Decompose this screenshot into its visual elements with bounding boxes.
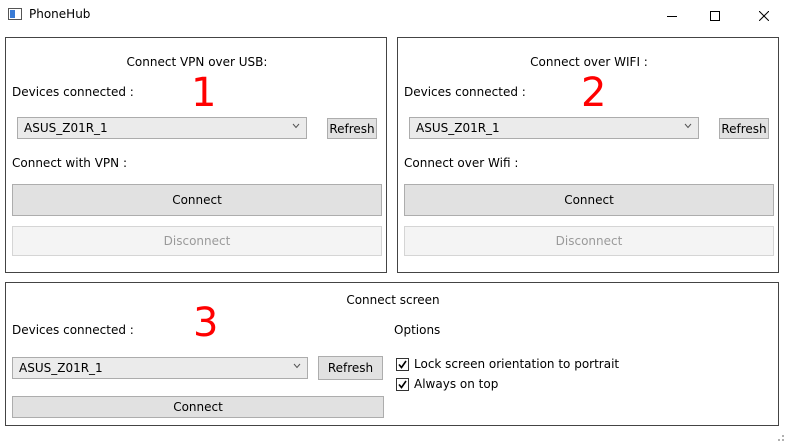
resize-grip-icon[interactable]	[775, 432, 785, 442]
vpn-disconnect-button[interactable]: Disconnect	[12, 226, 382, 256]
checkmark-icon	[398, 360, 407, 369]
annotation-number-3: 3	[193, 300, 219, 346]
screen-panel: Connect screen Devices connected : 3 ASU…	[5, 282, 779, 426]
wifi-panel: Connect over WIFI : Devices connected : …	[397, 37, 779, 273]
vpn-connect-with-label: Connect with VPN :	[12, 156, 127, 170]
wifi-connect-with-label: Connect over Wifi :	[404, 156, 519, 170]
maximize-button[interactable]	[692, 0, 738, 31]
lock-portrait-label: Lock screen orientation to portrait	[414, 357, 620, 371]
vpn-refresh-button[interactable]: Refresh	[327, 118, 377, 139]
chevron-down-icon	[684, 123, 692, 129]
vpn-devices-label: Devices connected :	[12, 85, 134, 99]
vpn-device-select[interactable]: ASUS_Z01R_1	[17, 117, 307, 139]
window-title: PhoneHub	[29, 7, 91, 21]
wifi-disconnect-button[interactable]: Disconnect	[404, 226, 774, 256]
wifi-devices-label: Devices connected :	[404, 85, 526, 99]
close-button[interactable]	[741, 0, 787, 31]
lock-portrait-checkbox[interactable]	[396, 357, 409, 371]
title-bar[interactable]: PhoneHub	[0, 0, 787, 31]
screen-device-select[interactable]: ASUS_Z01R_1	[12, 357, 308, 379]
vpn-device-selected: ASUS_Z01R_1	[24, 121, 108, 135]
always-on-top-label: Always on top	[414, 377, 499, 391]
screen-devices-label: Devices connected :	[12, 323, 134, 337]
maximize-icon	[710, 10, 720, 21]
checkmark-icon	[398, 380, 407, 389]
annotation-number-2: 2	[581, 70, 607, 116]
close-icon	[759, 10, 769, 21]
vpn-usb-panel: Connect VPN over USB: Devices connected …	[5, 37, 387, 273]
minimize-button[interactable]	[649, 0, 695, 31]
wifi-device-select[interactable]: ASUS_Z01R_1	[409, 117, 699, 139]
wifi-panel-heading: Connect over WIFI :	[530, 55, 648, 69]
app-window-icon	[8, 8, 22, 20]
wifi-refresh-button[interactable]: Refresh	[719, 118, 769, 139]
vpn-connect-button[interactable]: Connect	[12, 184, 382, 216]
screen-device-selected: ASUS_Z01R_1	[19, 361, 103, 375]
wifi-device-selected: ASUS_Z01R_1	[416, 121, 500, 135]
minimize-icon	[667, 15, 677, 17]
screen-refresh-button[interactable]: Refresh	[318, 356, 383, 380]
screen-panel-heading: Connect screen	[346, 293, 440, 307]
chevron-down-icon	[293, 363, 301, 369]
annotation-number-1: 1	[191, 70, 217, 116]
option-lock-portrait[interactable]: Lock screen orientation to portrait	[396, 357, 619, 371]
option-always-on-top[interactable]: Always on top	[396, 377, 498, 391]
wifi-connect-button[interactable]: Connect	[404, 184, 774, 216]
chevron-down-icon	[292, 123, 300, 129]
options-label: Options	[394, 323, 441, 337]
vpn-panel-heading: Connect VPN over USB:	[126, 55, 268, 69]
screen-connect-button[interactable]: Connect	[12, 396, 384, 418]
always-on-top-checkbox[interactable]	[396, 377, 409, 391]
